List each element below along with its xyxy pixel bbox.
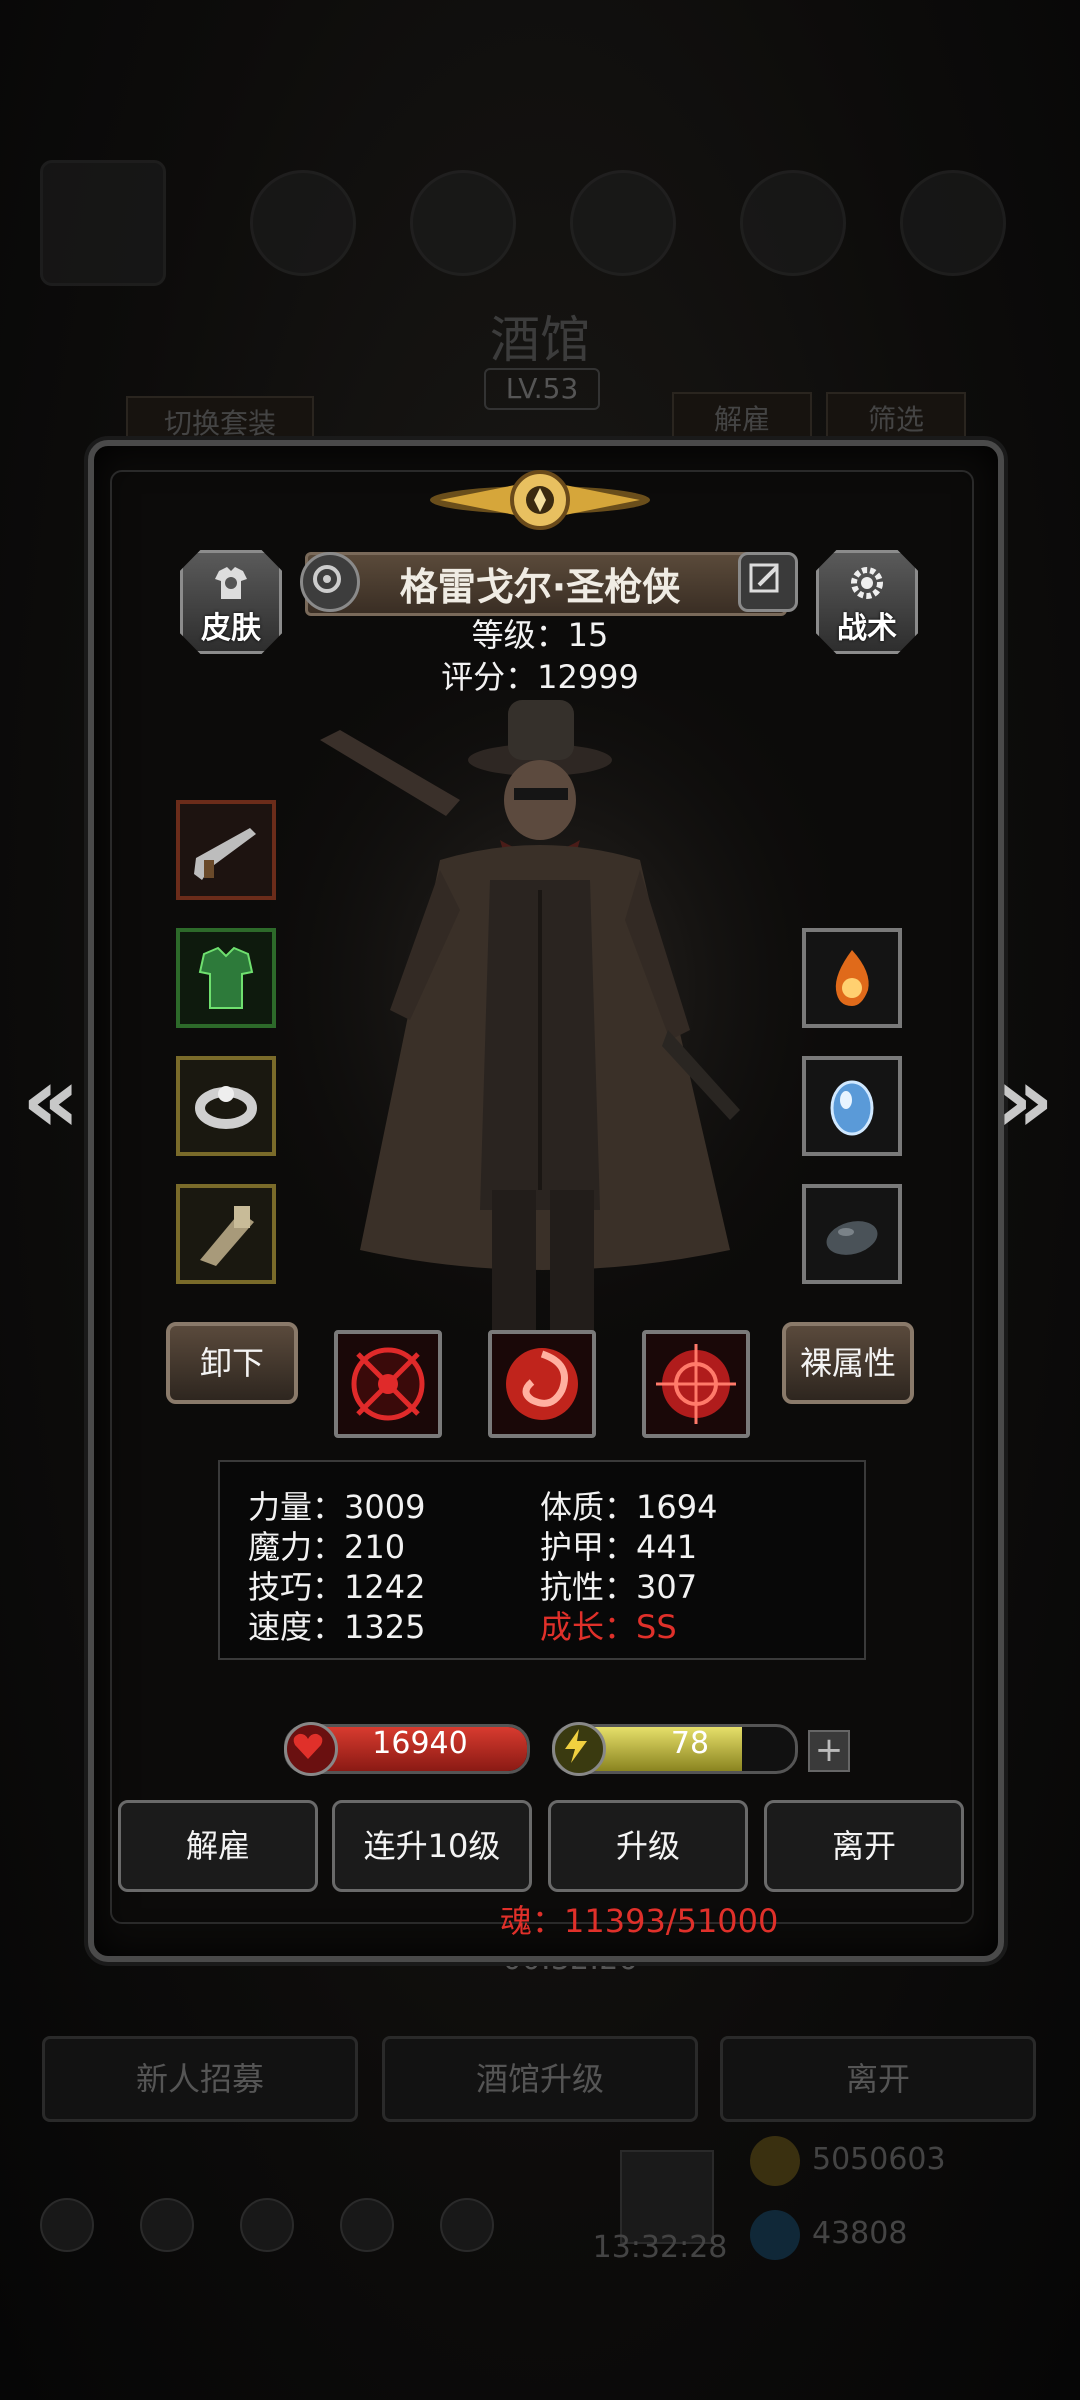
background-nav-icon (240, 2198, 294, 2252)
background-nav-icon (40, 2198, 94, 2252)
hero-name: 格雷戈尔·圣枪侠 (399, 565, 681, 609)
background-orb-icon (900, 170, 1006, 276)
trinket-slot-crystal[interactable] (802, 1056, 902, 1156)
target-skill-icon (656, 1344, 736, 1424)
dismiss-button[interactable]: 解雇 (118, 1800, 318, 1892)
trinket-slot-stone[interactable] (802, 1184, 902, 1284)
energy-value: 78 (670, 1726, 710, 1761)
background-orb-icon (740, 170, 846, 276)
trinket-slot-fire[interactable] (802, 928, 902, 1028)
background-orb-icon (410, 170, 516, 276)
background-nav-icon (440, 2198, 494, 2252)
next-hero-arrow-icon[interactable]: » (990, 1046, 1060, 1156)
level-up-button[interactable]: 升级 (548, 1800, 748, 1892)
emblem-icon (430, 470, 650, 530)
gauntlet-icon (200, 1206, 254, 1266)
skill-slot-2[interactable] (488, 1330, 596, 1438)
shirt-icon (215, 567, 247, 599)
equipment-slot-ring[interactable] (176, 1056, 276, 1156)
background-orb-icon (250, 170, 356, 276)
skill-slot-3[interactable] (642, 1330, 750, 1438)
gear-icon (851, 567, 883, 599)
background-gem-icon (750, 2210, 800, 2260)
ring-icon (195, 1086, 257, 1129)
fire-orb-icon (835, 950, 869, 1006)
crystal-egg-icon (830, 1080, 874, 1136)
background-gem-amount: 43808 (812, 2216, 908, 2251)
add-energy-button[interactable]: + (808, 1730, 850, 1772)
base-attributes-button[interactable]: 裸属性 (782, 1322, 914, 1404)
background-gold-amount: 5050603 (812, 2142, 946, 2177)
background-nav-icon (340, 2198, 394, 2252)
hero-portrait (270, 690, 830, 1350)
background-level-badge: LV.53 (484, 368, 600, 410)
vortex-skill-icon (506, 1348, 578, 1420)
hp-value: 16940 (372, 1726, 468, 1761)
background-title: 酒馆 (490, 311, 590, 369)
rename-button[interactable] (738, 552, 798, 612)
background-top-icons (40, 160, 1040, 286)
equipment-slot-armor[interactable] (176, 928, 276, 1028)
stone-icon (826, 1221, 878, 1255)
background-avatar-icon (40, 160, 166, 286)
background-leave-button: 离开 (720, 2036, 1036, 2122)
level-up-10-button[interactable]: 连升10级 (332, 1800, 532, 1892)
background-clock: 13:32:28 (592, 2230, 728, 2265)
soul-counter: 魂：11393/51000 (500, 1902, 779, 1940)
equipment-slot-weapon[interactable] (176, 800, 276, 900)
unequip-button[interactable]: 卸下 (166, 1322, 298, 1404)
edit-icon (749, 563, 779, 593)
stat-growth: 成长：SS (540, 1608, 677, 1646)
equipment-slot-gauntlet[interactable] (176, 1184, 276, 1284)
background-upgrade-tavern-button: 酒馆升级 (382, 2036, 698, 2122)
background-orb-icon (570, 170, 676, 276)
skill-slot-1[interactable] (334, 1330, 442, 1438)
hero-level: 等级：15 (471, 616, 609, 654)
background-nav-icon (140, 2198, 194, 2252)
background-bottom-nav (30, 2190, 530, 2260)
tactics-label: 战术 (837, 611, 897, 646)
leave-button[interactable]: 离开 (764, 1800, 964, 1892)
crosshair-skill-icon (351, 1347, 425, 1421)
tactics-button[interactable]: 战术 (816, 550, 918, 654)
armor-icon (198, 946, 254, 1009)
background-recruit-button: 新人招募 (42, 2036, 358, 2122)
skin-button[interactable]: 皮肤 (180, 550, 282, 654)
rifle-icon (194, 828, 256, 880)
previous-hero-arrow-icon[interactable]: « (16, 1046, 86, 1156)
stat-speed: 速度：1325 (248, 1608, 426, 1646)
background-gold-icon (750, 2136, 800, 2186)
skin-label: 皮肤 (201, 611, 261, 646)
